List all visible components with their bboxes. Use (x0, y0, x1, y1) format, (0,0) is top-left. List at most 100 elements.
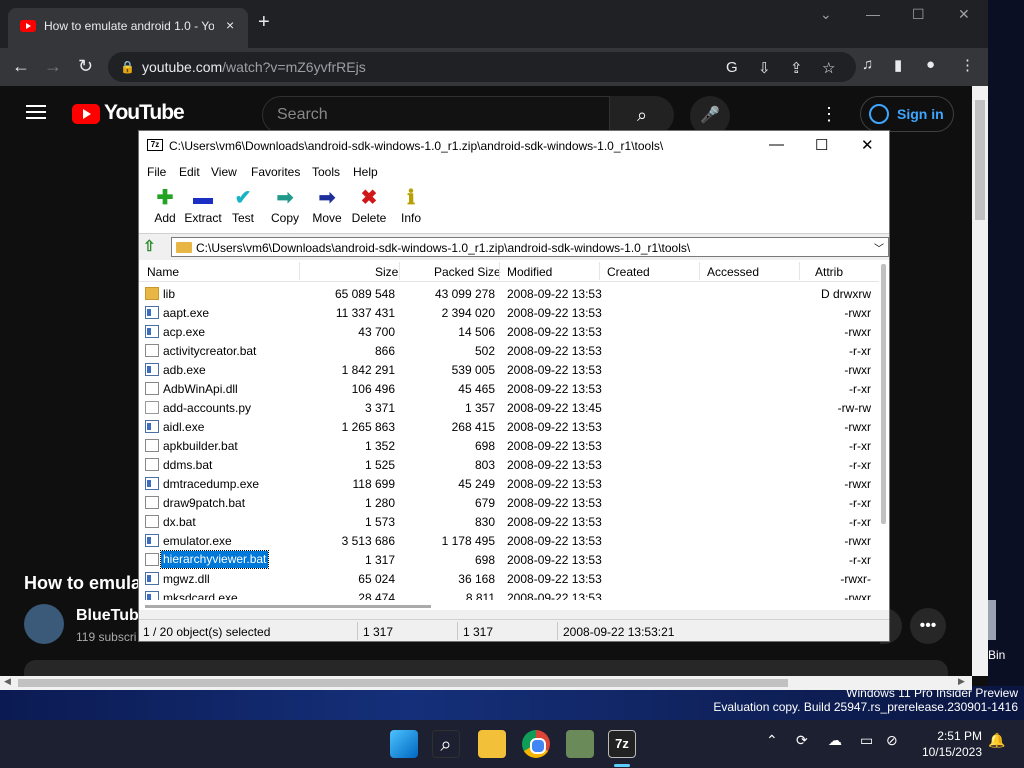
display-icon[interactable]: ▭ (860, 732, 873, 749)
tool-label: Delete (351, 211, 387, 225)
app-taskbar-icon[interactable] (566, 730, 594, 758)
onedrive-icon[interactable]: ☁ (828, 732, 842, 749)
file-row[interactable]: draw9patch.bat 1 280 679 2008-09-22 13:53 -r… (139, 493, 879, 512)
file-name: dx.bat (163, 515, 196, 529)
file-row[interactable]: activitycreator.bat 866 502 2008-09-22 13:5… (139, 341, 879, 360)
file-name: activitycreator.bat (163, 344, 257, 358)
column-size[interactable]: Size (375, 265, 398, 279)
share-icon[interactable]: ⇪ (790, 59, 803, 77)
file-row[interactable]: apkbuilder.bat 1 352 698 2008-09-22 13:53 -r… (139, 436, 879, 455)
more-options-icon[interactable]: ⋮ (820, 104, 838, 125)
menu-view[interactable]: View (211, 165, 237, 179)
tool-info-button[interactable]: ℹ Info (389, 185, 433, 231)
youtube-logo-text[interactable]: YouTube (104, 101, 185, 125)
delete-x-icon: ✖ (360, 187, 378, 209)
new-tab-button[interactable]: + (258, 12, 270, 32)
status-selection: 1 / 20 object(s) selected (143, 625, 271, 639)
column-name[interactable]: Name (147, 265, 179, 279)
menu-tools[interactable]: Tools (312, 165, 340, 179)
tab-close-icon[interactable]: × (226, 17, 234, 33)
file-row[interactable]: hierarchyviewer.bat 1 317 698 2008-09-22 13… (139, 550, 879, 569)
menu-help[interactable]: Help (353, 165, 378, 179)
maximize-icon[interactable]: ☐ (912, 6, 925, 23)
url-text: youtube.com/watch?v=mZ6yvfrREjs (142, 59, 366, 75)
sevenzip-titlebar[interactable]: 7z C:\Users\vm6\Downloads\android-sdk-wi… (139, 131, 889, 161)
file-row[interactable]: lib 65 089 548 43 099 278 2008-09-22 13:53 D… (139, 284, 879, 303)
tool-move-button[interactable]: ➡ Move (305, 185, 349, 231)
notification-bell-icon[interactable]: 🔔 (988, 732, 1005, 749)
file-row[interactable]: dmtracedump.exe 118 699 45 249 2008-09-22 1… (139, 474, 879, 493)
tool-copy-button[interactable]: ➡ Copy (263, 185, 307, 231)
channel-name[interactable]: BlueTube (76, 607, 148, 625)
file-row[interactable]: ddms.bat 1 525 803 2008-09-22 13:53 -r-xr (139, 455, 879, 474)
search-input[interactable]: Search (262, 96, 610, 134)
file-list-header: Name Size Packed Size Modified Created A… (139, 260, 879, 282)
sync-icon[interactable]: ⟳ (796, 732, 808, 749)
sevenzip-path-field[interactable]: C:\Users\vm6\Downloads\android-sdk-windo… (171, 237, 889, 257)
column-accessed[interactable]: Accessed (707, 265, 759, 279)
file-row[interactable]: AdbWinApi.dll 106 496 45 465 2008-09-22 13:… (139, 379, 879, 398)
start-windows-icon[interactable] (390, 730, 418, 758)
file-modified: 2008-09-22 13:53 (507, 496, 602, 510)
forward-icon[interactable]: → (44, 56, 62, 77)
guide-menu-icon[interactable] (26, 105, 46, 119)
sign-in-button[interactable]: Sign in (860, 96, 954, 132)
recycle-bin-shortcut[interactable]: Bin (986, 600, 1024, 670)
column-attrib[interactable]: Attrib (815, 265, 843, 279)
page-vertical-scrollbar[interactable] (972, 86, 988, 676)
tray-overflow-icon[interactable]: ⌃ (766, 732, 778, 749)
file-row[interactable]: aidl.exe 1 265 863 268 415 2008-09-22 13:53… (139, 417, 879, 436)
sevenzip-title: C:\Users\vm6\Downloads\android-sdk-windo… (169, 139, 664, 153)
menu-favorites[interactable]: Favorites (251, 165, 300, 179)
window-close-icon[interactable]: ✕ (958, 6, 970, 23)
path-dropdown-icon[interactable]: ﹀ (874, 240, 884, 255)
google-lens-icon[interactable]: G (726, 59, 738, 76)
file-row[interactable]: mgwz.dll 65 024 36 168 2008-09-22 13:53 -rwx… (139, 569, 879, 588)
file-modified: 2008-09-22 13:53 (507, 572, 602, 586)
video-more-actions-icon[interactable]: ••• (910, 608, 946, 644)
tool-delete-button[interactable]: ✖ Delete (347, 185, 391, 231)
search-button[interactable]: ⌕ (610, 96, 674, 134)
column-created[interactable]: Created (607, 265, 650, 279)
taskbar-search-icon[interactable]: ⌕ (432, 730, 460, 758)
profile-icon[interactable]: ● (926, 56, 935, 73)
file-row[interactable]: adb.exe 1 842 291 539 005 2008-09-22 13:53 -… (139, 360, 879, 379)
sevenzip-maximize-icon[interactable]: ☐ (815, 136, 828, 154)
file-explorer-icon[interactable] (478, 730, 506, 758)
address-bar[interactable]: 🔒 youtube.com/watch?v=mZ6yvfrREjs G ⇩ ⇪ … (108, 52, 856, 82)
file-row[interactable]: aapt.exe 11 337 431 2 394 020 2008-09-22 13… (139, 303, 879, 322)
sevenzip-minimize-icon[interactable]: — (769, 136, 784, 153)
chrome-menu-icon[interactable]: ⋮ (960, 56, 975, 74)
file-row[interactable]: acp.exe 43 700 14 506 2008-09-22 13:53 -rwxr (139, 322, 879, 341)
channel-avatar[interactable] (24, 604, 64, 644)
menu-edit[interactable]: Edit (179, 165, 200, 179)
file-row[interactable]: emulator.exe 3 513 686 1 178 495 2008-09-22… (139, 531, 879, 550)
file-list-vertical-scrollbar[interactable] (879, 260, 889, 600)
taskbar-clock[interactable]: 2:51 PM 10/15/2023 (910, 728, 982, 760)
column-modified[interactable]: Modified (507, 265, 552, 279)
media-control-icon[interactable]: ♫ (862, 56, 873, 73)
sevenzip-taskbar-icon[interactable]: 7z (608, 730, 636, 758)
chrome-taskbar-icon[interactable] (522, 730, 550, 758)
reload-icon[interactable]: ↻ (78, 56, 93, 77)
tool-extract-button[interactable]: ▬ Extract (181, 185, 225, 231)
file-row[interactable]: add-accounts.py 3 371 1 357 2008-09-22 13:4… (139, 398, 879, 417)
file-row[interactable]: mksdcard.exe 28 474 8 811 2008-09-22 13:53 -… (139, 588, 879, 600)
folder-up-icon[interactable]: ⇧ (143, 237, 161, 255)
column-packed-size[interactable]: Packed Size (434, 265, 501, 279)
file-row[interactable]: dx.bat 1 573 830 2008-09-22 13:53 -r-xr (139, 512, 879, 531)
back-icon[interactable]: ← (12, 56, 30, 77)
install-app-icon[interactable]: ⇩ (758, 59, 771, 77)
network-muted-icon[interactable]: ⊘ (886, 732, 898, 749)
page-horizontal-scrollbar[interactable]: ◀ ▶ (0, 676, 972, 690)
youtube-logo-icon[interactable] (72, 104, 100, 124)
side-panel-icon[interactable]: ▮ (894, 56, 902, 74)
tab-search-icon[interactable]: ⌄ (820, 6, 832, 23)
minimize-icon[interactable]: — (866, 6, 880, 22)
menu-file[interactable]: File (147, 165, 166, 179)
file-list-horizontal-scrollbar[interactable] (139, 600, 889, 610)
tool-test-button[interactable]: ✔ Test (221, 185, 265, 231)
bookmark-star-icon[interactable]: ☆ (822, 59, 835, 77)
sevenzip-close-icon[interactable]: ✕ (861, 136, 874, 154)
tab-youtube[interactable]: How to emulate android 1.0 - Yo × (8, 8, 248, 48)
